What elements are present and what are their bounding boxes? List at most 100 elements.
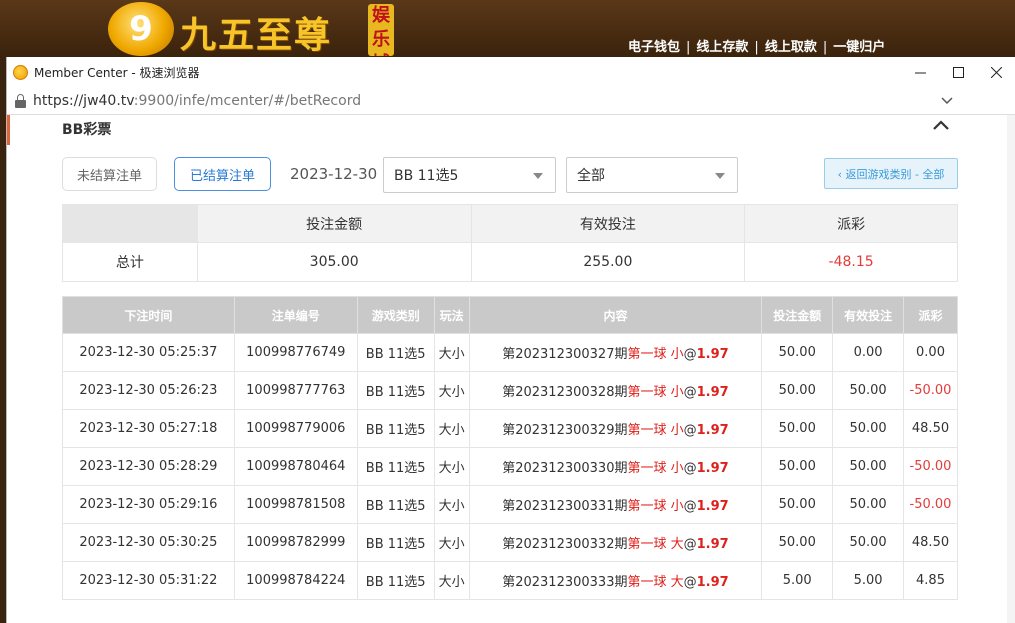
content-cell: 第202312300327期第一球 小@1.97 — [468, 333, 763, 372]
nav-separator: | — [686, 40, 691, 55]
bet-id-cell: 100998782999 — [233, 523, 358, 562]
nav-wallet[interactable]: 电子钱包 — [628, 40, 680, 55]
content-period: 第202312300329期 — [502, 423, 628, 438]
bet-id-cell: 100998781508 — [233, 485, 358, 524]
game-cell: BB 11选5 — [356, 333, 435, 372]
game-select[interactable]: BB 11选5 — [383, 157, 556, 193]
unsettled-bets-button[interactable]: 未结算注单 — [62, 157, 157, 191]
summary-table: 投注金额 有效投注 派彩 总计 305.00 255.00 -48.15 — [62, 204, 958, 282]
col-bet-id: 注单编号 — [233, 296, 358, 334]
game-select-value: BB 11选5 — [394, 168, 459, 184]
game-cell: BB 11选5 — [356, 371, 435, 410]
close-icon[interactable] — [977, 57, 1015, 87]
summary-header-blank — [62, 204, 198, 243]
col-payout: 派彩 — [903, 296, 958, 334]
valid-bet-cell: 50.00 — [832, 371, 904, 410]
nav-withdraw[interactable]: 线上取款 — [765, 40, 817, 55]
window-titlebar[interactable]: Member Center - 极速浏览器 — [7, 57, 1015, 87]
valid-bet-cell: 5.00 — [832, 561, 904, 600]
bet-time-cell: 2023-12-30 05:26:23 — [62, 371, 235, 410]
type-select[interactable]: 全部 — [566, 157, 738, 193]
minimize-icon[interactable] — [901, 57, 939, 87]
payout-cell: -50.00 — [903, 447, 958, 486]
settled-bets-button[interactable]: 已结算注单 — [174, 157, 271, 191]
bet-record-panel: BB彩票 未结算注单 已结算注单 2023-12-30 BB 11选5 全部 ‹… — [7, 115, 1008, 623]
valid-bet-cell: 50.00 — [832, 409, 904, 448]
col-content: 内容 — [468, 296, 763, 334]
nav-consolidate[interactable]: 一键归户 — [833, 40, 885, 55]
col-bet-time: 下注时间 — [62, 296, 235, 334]
col-valid-bet: 有效投注 — [832, 296, 904, 334]
window-controls — [901, 57, 1015, 87]
content-odds: 1.97 — [696, 537, 729, 552]
bet-amount-cell: 50.00 — [761, 409, 834, 448]
content-pick: 第一球 小 — [627, 347, 684, 362]
nav-deposit[interactable]: 线上存款 — [696, 40, 748, 55]
bet-time-cell: 2023-12-30 05:27:18 — [62, 409, 235, 448]
play-cell: 大小 — [433, 333, 470, 372]
summary-valid-bet: 255.00 — [470, 242, 746, 282]
site-logo-text: 九五至尊 — [180, 14, 333, 56]
summary-header-valid: 有效投注 — [470, 204, 746, 243]
content-odds: 1.97 — [696, 385, 729, 400]
nav-separator: | — [754, 40, 759, 55]
records-body: 2023-12-30 05:25:37 100998776749 BB 11选5 大小… — [62, 333, 958, 600]
summary-total-row: 总计 305.00 255.00 -48.15 — [62, 242, 958, 282]
summary-header-bet: 投注金额 — [196, 204, 472, 243]
bet-time-cell: 2023-12-30 05:29:16 — [62, 485, 235, 524]
back-to-categories-button[interactable]: ‹ 返回游戏类别 - 全部 — [824, 158, 958, 189]
content-at: @ — [683, 537, 697, 552]
content-at: @ — [683, 423, 697, 438]
content-period: 第202312300330期 — [502, 461, 628, 476]
site-nav: 电子钱包 | 线上存款 | 线上取款 | 一键归户 — [628, 36, 885, 55]
summary-bet-amount: 305.00 — [196, 242, 472, 282]
lock-icon — [15, 93, 26, 108]
col-game: 游戏类别 — [356, 296, 435, 334]
site-logo-tag: 娱乐城 — [368, 4, 394, 56]
valid-bet-cell: 50.00 — [832, 485, 904, 524]
bet-time-cell: 2023-12-30 05:28:29 — [62, 447, 235, 486]
content-odds: 1.97 — [696, 423, 729, 438]
url-text[interactable]: https://jw40.tv:9900/infe/mcenter/#/betR… — [33, 93, 361, 109]
caret-down-icon — [715, 173, 725, 179]
play-cell: 大小 — [433, 523, 470, 562]
valid-bet-cell: 0.00 — [832, 333, 904, 372]
left-accent-strip — [7, 115, 10, 145]
content-cell: 第202312300328期第一球 小@1.97 — [468, 371, 763, 410]
content-pick: 第一球 小 — [627, 461, 684, 476]
content-period: 第202312300333期 — [502, 575, 628, 590]
content-cell: 第202312300329期第一球 小@1.97 — [468, 409, 763, 448]
nav-separator: | — [822, 40, 828, 55]
chevron-down-icon[interactable] — [941, 94, 953, 108]
bet-amount-cell: 50.00 — [761, 485, 834, 524]
content-pick: 第一球 大 — [627, 537, 684, 552]
bet-id-cell: 100998784224 — [233, 561, 358, 600]
content-pick: 第一球 大 — [627, 575, 684, 590]
content-odds: 1.97 — [696, 461, 729, 476]
play-cell: 大小 — [433, 485, 470, 524]
payout-cell: -50.00 — [903, 485, 958, 524]
game-cell: BB 11选5 — [356, 485, 435, 524]
summary-total-label: 总计 — [62, 242, 198, 282]
content-at: @ — [683, 499, 697, 514]
table-row: 2023-12-30 05:27:18 100998779006 BB 11选5 大小… — [62, 409, 958, 448]
date-picker[interactable]: 2023-12-30 — [290, 165, 377, 183]
game-cell: BB 11选5 — [356, 523, 435, 562]
chevron-up-icon[interactable] — [931, 117, 951, 133]
bet-id-cell: 100998780464 — [233, 447, 358, 486]
window-title: Member Center - 极速浏览器 — [34, 65, 200, 80]
payout-cell: 48.50 — [903, 409, 958, 448]
section-title: BB彩票 — [62, 122, 112, 138]
content-at: @ — [683, 461, 697, 476]
scrollbar[interactable] — [1007, 115, 1015, 623]
address-bar[interactable]: https://jw40.tv:9900/infe/mcenter/#/betR… — [7, 87, 1015, 115]
maximize-icon[interactable] — [939, 57, 977, 87]
site-header: 9 九五至尊 娱乐城 电子钱包 | 线上存款 | 线上取款 | 一键归户 — [0, 0, 1015, 58]
payout-cell: -50.00 — [903, 371, 958, 410]
member-center-window: Member Center - 极速浏览器 https://jw40.tv:99… — [6, 57, 1015, 623]
summary-payout: -48.15 — [744, 242, 958, 282]
play-cell: 大小 — [433, 447, 470, 486]
content-pick: 第一球 小 — [627, 423, 684, 438]
content-odds: 1.97 — [696, 575, 729, 590]
play-cell: 大小 — [433, 409, 470, 448]
